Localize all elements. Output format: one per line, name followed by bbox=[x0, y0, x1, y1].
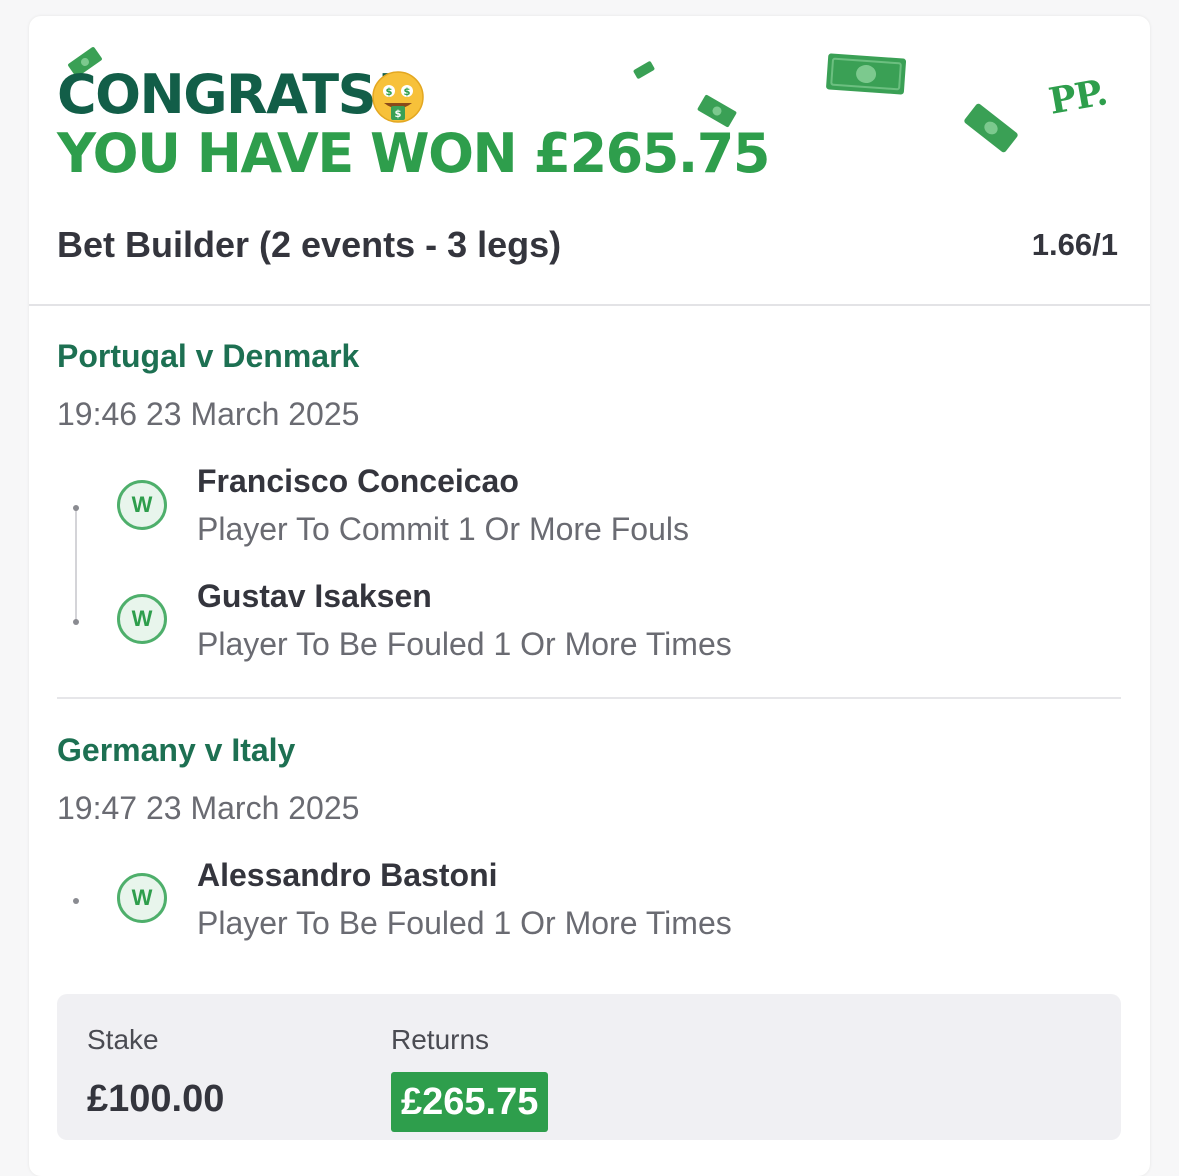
banknote-icon bbox=[964, 103, 1018, 153]
stake-label: Stake bbox=[87, 1024, 159, 1055]
banknote-icon bbox=[633, 61, 655, 79]
winnings-heading: YOU HAVE WON £265.75 bbox=[57, 122, 770, 185]
bet-type-title: Bet Builder (2 events - 3 legs) bbox=[57, 224, 562, 265]
svg-text:$: $ bbox=[386, 87, 393, 98]
event-title[interactable]: Germany v Italy bbox=[57, 732, 295, 769]
svg-text:$: $ bbox=[395, 109, 402, 120]
leg-dot bbox=[73, 505, 79, 511]
bet-receipt-card: CONGRATS! $ $ $ YOU HAVE WON £265.75 PP.… bbox=[29, 16, 1150, 1176]
stake-value: £100.00 bbox=[87, 1078, 225, 1120]
bet-odds: 1.66/1 bbox=[1031, 227, 1118, 262]
svg-text:$: $ bbox=[404, 87, 411, 98]
leg-player-name: Francisco Conceicao bbox=[197, 463, 519, 499]
event-time: 19:46 23 March 2025 bbox=[57, 396, 360, 432]
leg-market: Player To Be Fouled 1 Or More Times bbox=[197, 626, 732, 662]
leg-player-name: Alessandro Bastoni bbox=[197, 857, 498, 893]
stake-returns-summary: Stake £100.00 Returns £265.75 bbox=[57, 994, 1121, 1140]
leg-dot bbox=[73, 898, 79, 904]
paddy-power-logo: PP. bbox=[1045, 71, 1110, 123]
leg-dot bbox=[73, 619, 79, 625]
returns-label: Returns bbox=[391, 1024, 490, 1055]
returns-value-badge: £265.75 bbox=[391, 1072, 549, 1132]
receipt-header: CONGRATS! $ $ $ YOU HAVE WON £265.75 PP.… bbox=[29, 16, 1150, 306]
event-title[interactable]: Portugal v Denmark bbox=[57, 338, 359, 375]
banknote-icon bbox=[826, 53, 907, 95]
win-result-icon: W bbox=[117, 480, 167, 530]
leg-player-name: Gustav Isaksen bbox=[197, 578, 432, 614]
congrats-heading: CONGRATS! bbox=[57, 63, 400, 126]
win-result-icon: W bbox=[117, 594, 167, 644]
money-mouth-face-icon: $ $ $ bbox=[372, 71, 424, 123]
win-result-icon: W bbox=[117, 873, 167, 923]
event-divider bbox=[57, 697, 1121, 699]
leg-market: Player To Commit 1 Or More Fouls bbox=[197, 511, 689, 547]
event-time: 19:47 23 March 2025 bbox=[57, 790, 360, 826]
leg-market: Player To Be Fouled 1 Or More Times bbox=[197, 905, 732, 941]
legs-connector-line bbox=[75, 510, 77, 624]
